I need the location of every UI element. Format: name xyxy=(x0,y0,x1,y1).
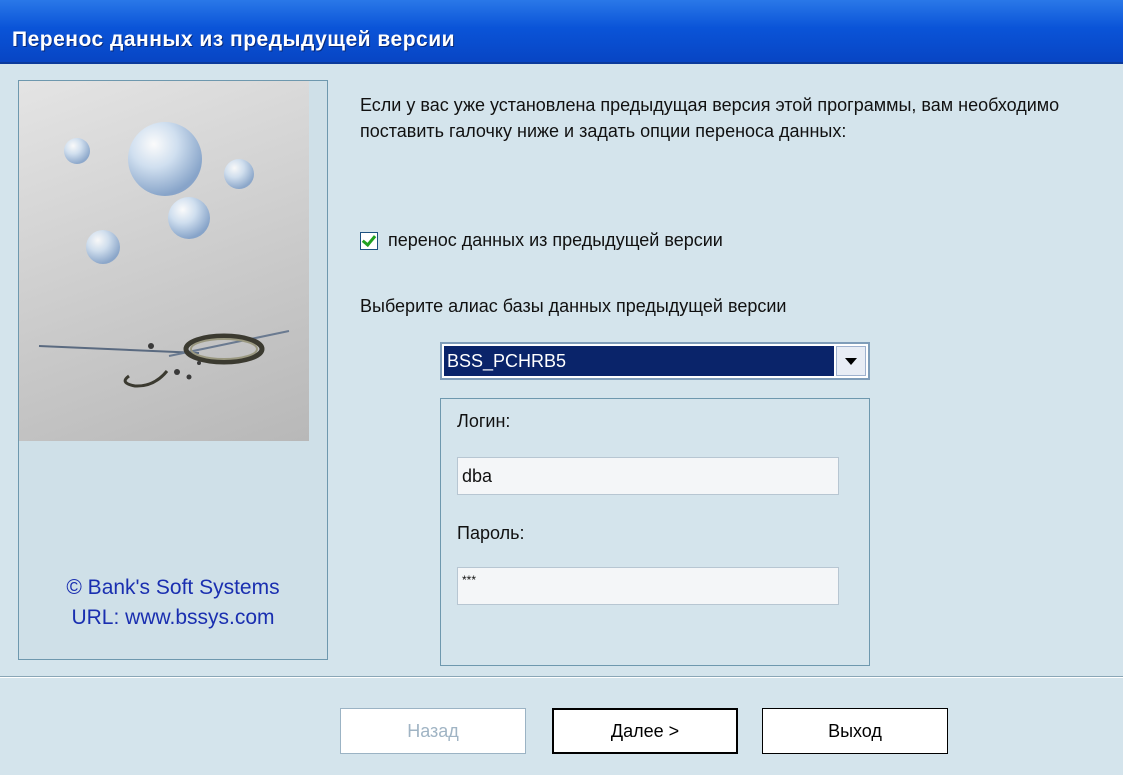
login-field[interactable]: dba xyxy=(457,457,839,495)
website-url: URL: www.bssys.com xyxy=(71,606,275,629)
migrate-checkbox-row[interactable]: перенос данных из предыдущей версии xyxy=(360,230,723,251)
next-button[interactable]: Далее > xyxy=(552,708,738,754)
migrate-checkbox[interactable] xyxy=(360,231,378,250)
title-bar[interactable]: Перенос данных из предыдущей версии xyxy=(0,0,1123,64)
dropdown-arrow-icon[interactable] xyxy=(836,346,866,376)
alias-selected-value[interactable]: BSS_PCHRB5 xyxy=(444,346,834,376)
alias-label: Выберите алиас базы данных предыдущей ве… xyxy=(360,296,787,316)
intro-text: Если у вас уже установлена предыдущая ве… xyxy=(360,95,1060,141)
alias-dropdown[interactable]: BSS_PCHRB5 xyxy=(440,342,870,380)
window-title: Перенос данных из предыдущей версии xyxy=(12,28,456,51)
footer-divider xyxy=(0,676,1123,678)
login-label: Логин: xyxy=(457,411,511,431)
migrate-checkbox-label[interactable]: перенос данных из предыдущей версии xyxy=(388,230,723,251)
copyright-text: © Bank's Soft Systems xyxy=(66,576,280,599)
password-field[interactable]: *** xyxy=(457,567,839,605)
password-label: Пароль: xyxy=(457,523,525,543)
credentials-group: Логин: dba Пароль: *** xyxy=(440,398,870,666)
back-button[interactable]: Назад xyxy=(340,708,526,754)
side-panel: © Bank's Soft Systems URL: www.bssys.com xyxy=(18,80,328,660)
decorative-artwork xyxy=(19,81,309,441)
exit-button[interactable]: Выход xyxy=(762,708,948,754)
